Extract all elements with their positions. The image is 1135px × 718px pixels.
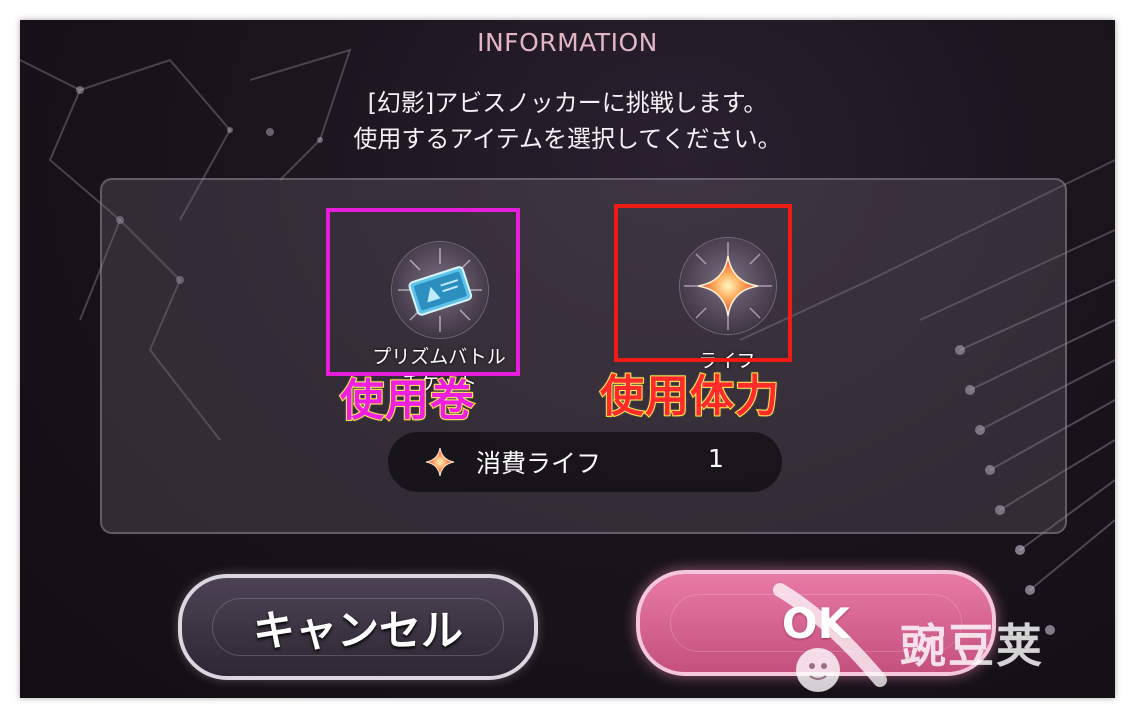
annotation-use-ticket: 使用卷 [339, 374, 475, 427]
life-star-icon [425, 447, 455, 477]
item-selection-panel: プリズムバトル チケット ライフ 消費ライフ 1 [100, 178, 1067, 534]
message-line-2: 使用するアイテムを選択してください。 [353, 125, 782, 153]
ok-button[interactable]: OK [636, 570, 996, 676]
annotation-use-stamina: 使用体力 [599, 370, 780, 423]
dialog-message: [幻影]アビスノッカーに挑戦します。 使用するアイテムを選択してください。 [20, 85, 1115, 157]
message-line-1: [幻影]アビスノッカーに挑戦します。 [367, 89, 768, 117]
game-dialog-screen: INFORMATION [幻影]アビスノッカーに挑戦します。 使用するアイテムを… [20, 20, 1115, 698]
life-cost-value: 1 [708, 444, 724, 473]
ok-button-label: OK [781, 598, 851, 648]
life-star-icon [680, 238, 776, 334]
dialog-title: INFORMATION [477, 28, 658, 57]
ticket-icon [392, 242, 488, 338]
life-cost-bar: 消費ライフ 1 [388, 432, 782, 492]
cancel-button-label: キャンセル [252, 605, 463, 655]
life-cost-label: 消費ライフ [476, 449, 602, 478]
cancel-button[interactable]: キャンセル [178, 574, 538, 680]
